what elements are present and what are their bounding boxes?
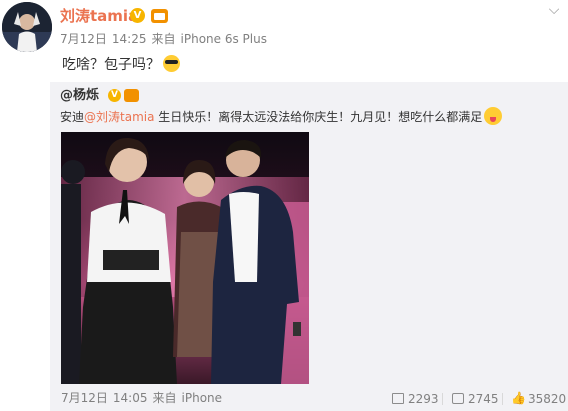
post-text-content: 吃啥？包子吗？: [62, 57, 160, 73]
post-time: 14:25: [111, 32, 147, 46]
post-text: 吃啥？包子吗？: [62, 55, 180, 75]
repost-author[interactable]: @杨烁: [60, 87, 99, 105]
repost-date: 7月12日: [61, 391, 108, 405]
repost-source-prefix: 来自: [152, 391, 177, 405]
stats-divider: [502, 393, 503, 405]
author-avatar[interactable]: [2, 2, 52, 52]
repost-text-body: 生日快乐！离得太远没法给你庆生！九月见！想吃什么都满足: [154, 110, 483, 124]
tongue-out-emoji-icon: [484, 107, 503, 125]
repost-time: 14:05: [112, 391, 148, 405]
repost-meta: 7月12日 14:05 来自 iPhone: [61, 391, 227, 406]
repost-member-level-icon: [124, 89, 139, 102]
repost-icon: [392, 393, 404, 404]
comment-count-button[interactable]: 2745: [452, 391, 499, 407]
repost-count-button[interactable]: 2293: [392, 391, 439, 407]
weibo-post: 刘涛tamia V ⌵ 7月12日 14:25 来自 iPhone 6s Plus 吃…: [0, 0, 568, 411]
cool-sunglasses-emoji-icon: [163, 55, 180, 72]
like-count-button[interactable]: 35820: [511, 390, 567, 407]
comment-count: 2745: [468, 392, 499, 406]
repost-photo[interactable]: [61, 132, 309, 384]
author-name[interactable]: 刘涛tamia: [60, 7, 138, 25]
stats-divider: [442, 393, 443, 405]
repost-text-prefix: 安迪: [60, 110, 85, 124]
thumbs-up-icon: [511, 390, 526, 406]
member-level-icon: [151, 9, 168, 23]
chevron-down-icon[interactable]: ⌵: [545, 2, 563, 18]
repost-source[interactable]: iPhone: [182, 391, 223, 405]
post-date: 7月12日: [60, 32, 107, 46]
like-count: 35820: [528, 392, 567, 406]
repost-count: 2293: [408, 392, 439, 406]
repost-card[interactable]: @杨烁 V 安迪@刘涛tamia 生日快乐！离得太远没法给你庆生！九月见！想吃什…: [50, 82, 568, 411]
verified-icon: V: [130, 8, 145, 23]
repost-verified-icon: V: [108, 89, 121, 102]
repost-text: 安迪@刘涛tamia 生日快乐！离得太远没法给你庆生！九月见！想吃什么都满足: [60, 107, 503, 126]
mention-link[interactable]: @刘涛tamia: [84, 110, 154, 124]
post-source[interactable]: iPhone 6s Plus: [181, 32, 267, 46]
post-source-prefix: 来自: [151, 32, 176, 46]
comment-icon: [452, 393, 464, 404]
post-meta: 7月12日 14:25 来自 iPhone 6s Plus: [60, 32, 272, 47]
